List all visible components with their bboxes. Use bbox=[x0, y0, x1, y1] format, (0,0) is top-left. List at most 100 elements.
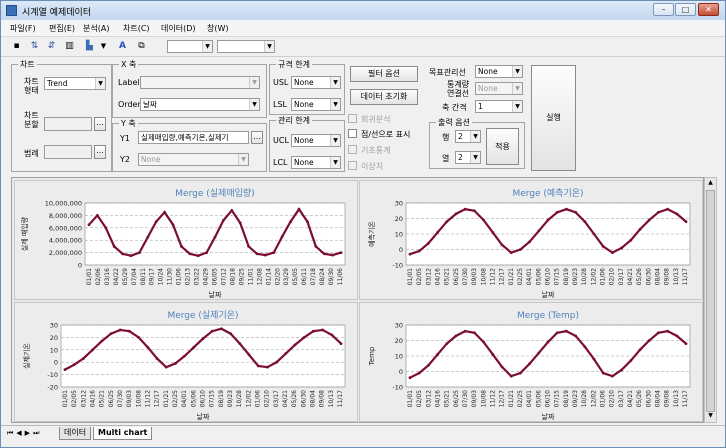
y-tick-label: 6,000,000 bbox=[49, 224, 82, 232]
chart-svg-1: Merge (실제매입량) 0 2,000,000 4,000,000 6,000,00… bbox=[20, 187, 346, 299]
point-line-checkbox[interactable] bbox=[348, 129, 357, 138]
x-axis-group-title: X 축 bbox=[119, 59, 139, 70]
copy-icon[interactable]: ⧉ bbox=[135, 40, 148, 53]
sort-icon[interactable]: ⇅ bbox=[28, 40, 41, 53]
x-tick-label: 08/04 bbox=[654, 390, 661, 407]
cols-select[interactable]: 2 ▼ bbox=[455, 151, 481, 164]
toolbar-combo-2[interactable]: ▼ bbox=[217, 40, 275, 53]
menu-data[interactable]: 데이터(D) bbox=[161, 23, 195, 34]
data-point bbox=[284, 352, 288, 355]
chevron-down-icon[interactable]: ▼ bbox=[97, 40, 110, 53]
scroll-thumb[interactable] bbox=[706, 190, 715, 412]
rows-select[interactable]: 2 ▼ bbox=[455, 130, 481, 143]
stat-line-select[interactable]: None ▼ bbox=[475, 82, 523, 95]
x-tick-label: 11/01 bbox=[247, 268, 254, 285]
data-point bbox=[454, 212, 458, 216]
x-tick-label: 07/15 bbox=[554, 390, 561, 407]
y2-label: Y2 bbox=[120, 155, 130, 164]
y-tick-label: 2,000,000 bbox=[49, 249, 82, 257]
output-options-group: 출력 옵션 행 2 ▼ 열 2 ▼ 적용 bbox=[429, 117, 525, 169]
data-point bbox=[601, 245, 605, 248]
chart-type-select[interactable]: Trend ▼ bbox=[44, 77, 106, 90]
apply-button[interactable]: 적용 bbox=[486, 128, 519, 165]
menu-window[interactable]: 창(W) bbox=[207, 23, 229, 34]
x-tick-label: 06/25 bbox=[108, 390, 115, 407]
tab-multi-chart[interactable]: Multi chart bbox=[93, 427, 153, 440]
close-icon[interactable]: ✕ bbox=[698, 3, 719, 16]
x-tick-label: 06/10 bbox=[200, 390, 207, 407]
bar-chart-icon[interactable]: ▙ bbox=[83, 40, 96, 53]
y1-field[interactable]: 실제매입량,예측기온,실제기 bbox=[138, 131, 249, 144]
menu-edit[interactable]: 편집(E) bbox=[49, 23, 75, 34]
x-tick-label: 11/17 bbox=[337, 390, 344, 407]
chart-panel-4: Merge (Temp) -10 0 10 20 30 01/01 02/05 03/12 04/… bbox=[359, 302, 703, 422]
run-button[interactable]: 실행 bbox=[531, 65, 576, 171]
tab-data[interactable]: 데이터 bbox=[59, 427, 92, 440]
ucl-select[interactable]: None ▼ bbox=[291, 134, 341, 147]
legend-browse-button[interactable]: ... bbox=[94, 145, 106, 159]
chart-title: Merge (예측기온) bbox=[512, 188, 583, 199]
x-tick-label: 02/25 bbox=[172, 390, 179, 407]
x-tick-label: 11/06 bbox=[337, 268, 344, 285]
data-reset-button[interactable]: 데이터 초기화 bbox=[350, 89, 418, 105]
output-options-title: 출력 옵션 bbox=[436, 117, 472, 128]
data-point bbox=[528, 240, 531, 244]
x-tick-label: 04/01 bbox=[526, 268, 533, 285]
lcl-select[interactable]: None ▼ bbox=[291, 156, 341, 169]
x-tick-label: 09/23 bbox=[572, 268, 579, 285]
data-point bbox=[321, 328, 324, 332]
y-tick-label: 20 bbox=[50, 334, 58, 342]
x-tick-label: 06/30 bbox=[645, 268, 652, 285]
target-line-select[interactable]: None ▼ bbox=[475, 65, 523, 78]
data-point bbox=[256, 364, 260, 368]
x-tick-label: 08/11 bbox=[140, 268, 147, 285]
toolbar-combo-1[interactable]: ▼ bbox=[167, 40, 213, 53]
x-label-select[interactable]: ▼ bbox=[140, 76, 260, 89]
maximize-icon[interactable]: □ bbox=[675, 3, 696, 16]
y2-select[interactable]: None ▼ bbox=[138, 153, 249, 166]
sort-desc-icon[interactable]: ⇵ bbox=[45, 40, 58, 53]
menu-chart[interactable]: 차트(C) bbox=[123, 23, 150, 34]
regression-checkbox[interactable] bbox=[348, 114, 357, 123]
data-point bbox=[330, 333, 334, 337]
scroll-down-icon[interactable]: ▼ bbox=[706, 412, 715, 421]
x-tick-label: 02/05 bbox=[71, 390, 78, 407]
minimize-icon[interactable]: – bbox=[653, 3, 674, 16]
vertical-scrollbar[interactable]: ▲ ▼ bbox=[704, 177, 717, 423]
data-point bbox=[238, 342, 242, 345]
menu-file[interactable]: 파일(F) bbox=[10, 23, 36, 34]
chart-split-browse-button[interactable]: ... bbox=[94, 117, 106, 131]
x-tick-label: 12/17 bbox=[154, 390, 161, 407]
menu-analysis[interactable]: 분석(A) bbox=[83, 23, 109, 34]
x-tick-label: 05/26 bbox=[291, 390, 298, 407]
data-point bbox=[275, 360, 278, 364]
x-tick-label: 04/16 bbox=[435, 268, 442, 285]
plot-area bbox=[84, 202, 346, 266]
data-point bbox=[339, 251, 343, 254]
sheet-tabs: ⏮◀▶⏭ 데이터 Multi chart bbox=[1, 425, 725, 441]
x-order-select[interactable]: 날짜 ▼ bbox=[140, 98, 260, 111]
data-point bbox=[201, 337, 205, 341]
y1-browse-button[interactable]: ... bbox=[251, 131, 263, 144]
data-point bbox=[647, 339, 651, 342]
y-tick-label: 20 bbox=[395, 337, 403, 345]
text-icon[interactable]: A bbox=[116, 40, 129, 53]
scroll-up-icon[interactable]: ▲ bbox=[706, 179, 715, 188]
sheet-nav-icon[interactable]: ⏮◀▶⏭ bbox=[7, 429, 42, 438]
filter-options-button[interactable]: 필터 옵션 bbox=[350, 66, 418, 82]
y-tick-label: 30 bbox=[395, 200, 403, 208]
tick-interval-select[interactable]: 1 ▼ bbox=[475, 100, 523, 113]
target-line-label: 목표관리선 bbox=[429, 68, 466, 77]
basic-stats-checkbox[interactable] bbox=[348, 145, 357, 154]
data-point bbox=[302, 336, 306, 339]
lsl-select[interactable]: None ▼ bbox=[291, 98, 341, 111]
columns-icon[interactable]: ▥ bbox=[63, 40, 76, 53]
data-point bbox=[146, 235, 150, 239]
x-tick-label: 01/01 bbox=[407, 268, 414, 285]
usl-select[interactable]: None ▼ bbox=[291, 76, 341, 89]
save-icon[interactable]: ▪ bbox=[10, 40, 23, 53]
outlier-checkbox[interactable] bbox=[348, 161, 357, 170]
x-tick-label: 10/08 bbox=[480, 390, 487, 407]
x-tick-label: 01/06 bbox=[176, 268, 183, 285]
data-point bbox=[537, 229, 541, 233]
